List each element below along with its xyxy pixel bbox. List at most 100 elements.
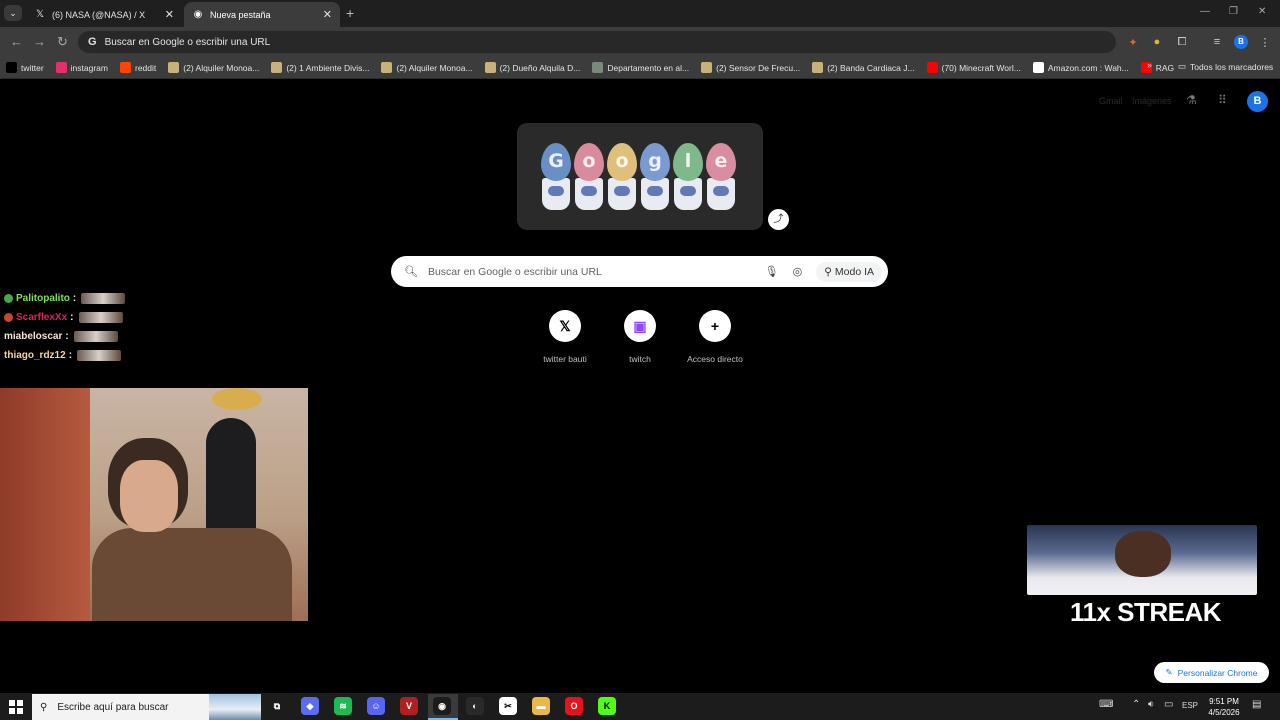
close-window-icon[interactable]: ✕ xyxy=(1258,6,1266,17)
obs-icon[interactable]: ◐ xyxy=(466,697,484,715)
amazon-icon xyxy=(1032,62,1044,73)
bookmark-item[interactable]: (70) Minecraft Worl... xyxy=(926,62,1021,73)
forward-icon[interactable]: → xyxy=(33,34,46,49)
discord-icon[interactable]: ☺ xyxy=(367,697,385,715)
opera-icon[interactable]: O xyxy=(565,697,583,715)
microphone-icon[interactable]: 🎙︎ xyxy=(765,265,779,278)
search-input[interactable]: Buscar en Google o escribir una URL xyxy=(428,266,765,278)
doodle-egg: G xyxy=(541,143,571,181)
task-view-icon[interactable]: ⧉ xyxy=(268,697,286,715)
new-tab-button[interactable]: + xyxy=(346,5,354,21)
bookmark-item[interactable]: reddit xyxy=(120,62,156,73)
taskbar-search[interactable]: ⚲ Escribe aquí para buscar xyxy=(32,694,261,720)
marketplace-icon xyxy=(381,62,393,73)
gmail-link[interactable]: Gmail xyxy=(1099,96,1123,106)
streak-label: 11x STREAK xyxy=(1070,597,1222,627)
bookmark-item[interactable]: (2) 1 Ambiente Divis... xyxy=(271,62,369,73)
bookmark-label: RAG xyxy=(1155,62,1175,73)
profile-avatar[interactable]: B xyxy=(1234,35,1248,49)
egg-cup xyxy=(575,178,603,210)
shortcut-tile[interactable]: + Acceso directo xyxy=(675,310,755,364)
labs-flask-icon[interactable]: ⚗ xyxy=(1186,93,1197,107)
shortcut-label: Acceso directo xyxy=(687,354,743,364)
menu-icon[interactable]: ⋮ xyxy=(1258,35,1272,49)
share-icon[interactable]: ⤴ xyxy=(768,209,789,230)
bookmarks-bar: twitter instagram reddit (2) Alquiler Monoa… xyxy=(0,57,1280,79)
more-bookmarks-button[interactable]: » xyxy=(1147,60,1152,70)
language-indicator[interactable]: ESP xyxy=(1182,701,1198,710)
bookmark-item[interactable]: Departamento en al... xyxy=(592,62,689,73)
ai-search-icon: ⚲ xyxy=(824,265,832,278)
chat-emote xyxy=(77,350,122,361)
chat-username: Palitopalito xyxy=(16,293,70,304)
doodle-letter: G xyxy=(548,150,564,172)
egg-cup xyxy=(707,178,735,210)
lens-icon[interactable]: ◎ xyxy=(793,265,803,278)
apps-grid-icon[interactable]: ⠿ xyxy=(1218,93,1227,107)
doodle-letter: o xyxy=(615,150,629,172)
volume-icon[interactable]: 🔉︎ xyxy=(1148,699,1154,710)
account-avatar[interactable]: B xyxy=(1247,91,1268,112)
copilot-icon[interactable]: ◆ xyxy=(301,697,319,715)
file-explorer-icon[interactable]: ▬ xyxy=(532,697,550,715)
close-tab-icon[interactable]: ✕ xyxy=(165,8,174,21)
bookmark-item[interactable]: instagram xyxy=(55,62,108,73)
marketplace-icon xyxy=(812,62,824,73)
webcam-person-body xyxy=(92,528,292,621)
chat-separator: : xyxy=(68,350,73,361)
building-icon xyxy=(592,62,604,73)
stream-chat-overlay: Palitopalito : ScarflexXx : miabeloscar :t… xyxy=(4,289,126,365)
restore-icon[interactable]: ❐ xyxy=(1229,6,1238,17)
bookmark-item[interactable]: (2) Banda Cardiaca J... xyxy=(812,62,915,73)
shortcut-tile[interactable]: 𝕏twitter bauti xyxy=(525,310,605,364)
tab-strip: ⌄ 𝕏 (6) NASA (@NASA) / X ✕ ◉ Nueva pesta… xyxy=(0,0,1280,27)
extensions-icon[interactable]: ⧠ xyxy=(1175,35,1189,49)
tab-nasa[interactable]: 𝕏 (6) NASA (@NASA) / X ✕ xyxy=(26,2,182,27)
keyboard-icon[interactable]: ⌨ xyxy=(1099,699,1113,710)
shortcut-tile[interactable]: ▣ twitch xyxy=(600,310,680,364)
clock[interactable]: 9:51 PM 4/5/2026 xyxy=(1202,696,1246,718)
plus-icon: + xyxy=(699,310,731,342)
customize-chrome-label: Personalizar Chrome xyxy=(1177,667,1258,678)
bookmark-item[interactable]: (2) Alquiler Monoa... xyxy=(168,62,259,73)
address-bar[interactable]: G Buscar en Google o escribir una URL xyxy=(78,31,1116,53)
reload-icon[interactable]: ↻ xyxy=(57,34,68,50)
bookmark-item[interactable]: (2) Sensor De Frecu... xyxy=(701,62,800,73)
network-icon[interactable]: ▭ xyxy=(1164,699,1173,710)
capcut-icon[interactable]: ✂ xyxy=(499,697,517,715)
bookmark-item[interactable]: (2) Dueño Alquila D... xyxy=(484,62,580,73)
windows-start-icon[interactable] xyxy=(9,700,23,714)
x-logo-icon: 𝕏 xyxy=(549,310,581,342)
images-link[interactable]: Imágenes xyxy=(1132,96,1172,106)
chrome-icon[interactable]: ◉ xyxy=(433,697,451,715)
taskbar: ⚲ Escribe aquí para buscar xyxy=(0,693,1280,720)
bookmark-item[interactable]: (2) Alquiler Monoa... xyxy=(381,62,473,73)
tab-search-icon[interactable]: ≡ xyxy=(1210,35,1224,49)
voicemeeter-icon[interactable]: V xyxy=(400,697,418,715)
bookmark-label: Departamento en al... xyxy=(607,62,690,73)
chat-username: miabeloscar xyxy=(4,331,63,342)
bookmark-item[interactable]: RAG xyxy=(1140,62,1175,73)
minimize-icon[interactable]: — xyxy=(1200,6,1210,17)
kick-icon[interactable]: K xyxy=(598,697,616,715)
notifications-icon[interactable]: ▤ xyxy=(1252,699,1261,710)
streak-face xyxy=(1115,531,1171,577)
chrome-icon: ◉ xyxy=(193,9,203,20)
ai-mode-button[interactable]: ⚲ Modo IA xyxy=(816,261,882,282)
show-hidden-icons[interactable]: ⌃ xyxy=(1132,699,1140,710)
search-box[interactable]: 🔍︎ Buscar en Google o escribir una URL 🎙… xyxy=(391,256,888,287)
google-doodle[interactable]: Google xyxy=(517,123,763,230)
spotify-icon[interactable]: ≋ xyxy=(334,697,352,715)
close-tab-icon[interactable]: ✕ xyxy=(323,8,332,21)
pencil-icon: ✎ xyxy=(1165,667,1173,677)
tab-new-tab[interactable]: ◉ Nueva pestaña ✕ xyxy=(184,2,340,27)
back-icon[interactable]: ← xyxy=(10,34,23,49)
color-extension-icon[interactable]: ● xyxy=(1150,35,1164,49)
customize-chrome-button[interactable]: ✎ Personalizar Chrome xyxy=(1154,662,1269,683)
tab-search-button[interactable]: ⌄ xyxy=(4,5,22,21)
bookmark-item[interactable]: Amazon.com : Wah... xyxy=(1032,62,1129,73)
all-bookmarks-button[interactable]: ▭ Todos los marcadores xyxy=(1178,61,1273,72)
bookmark-item[interactable]: twitter xyxy=(6,62,44,73)
fox-extension-icon[interactable]: ✦ xyxy=(1126,35,1140,49)
clock-date: 4/5/2026 xyxy=(1208,708,1240,717)
